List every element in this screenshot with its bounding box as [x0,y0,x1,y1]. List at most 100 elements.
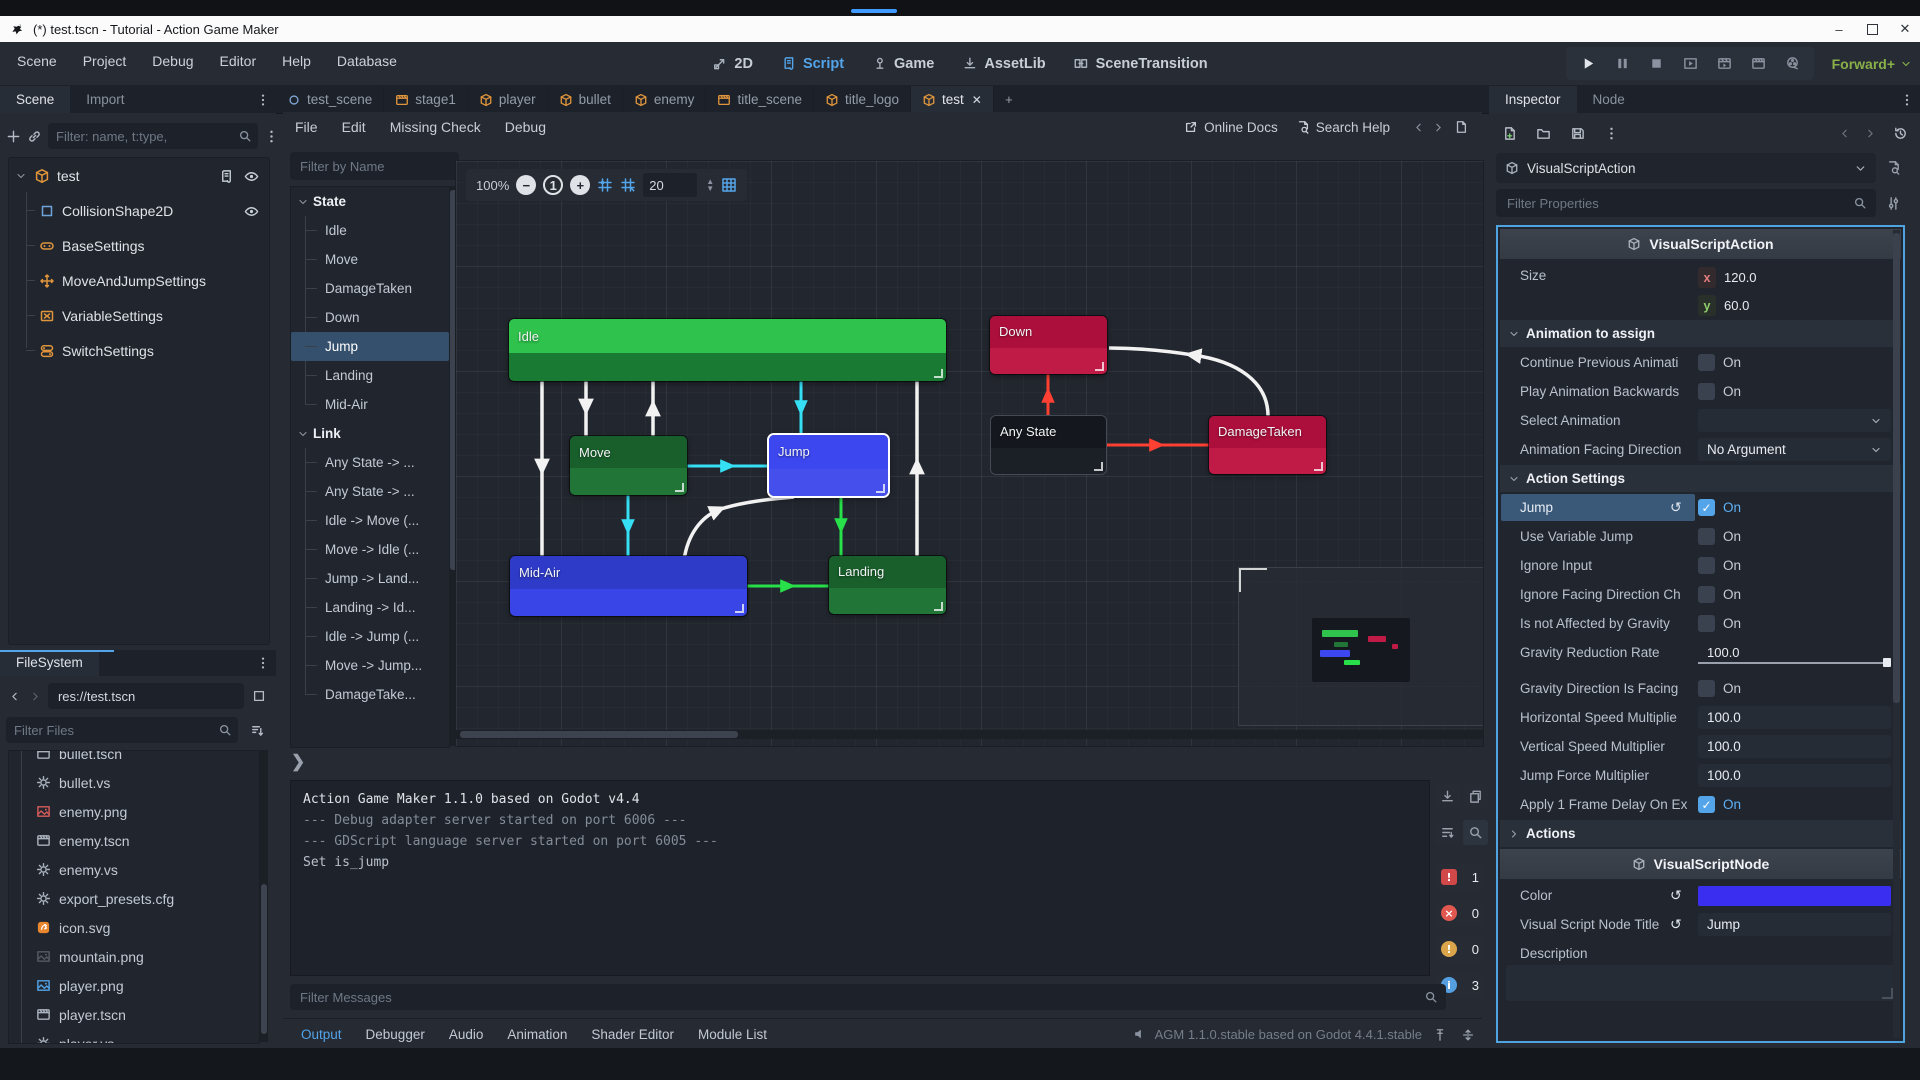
log-search-icon[interactable] [1463,820,1488,845]
node-resize-handle[interactable] [1095,362,1104,371]
speaker-icon[interactable] [1133,1027,1147,1041]
load-resource-icon[interactable] [1530,120,1556,146]
graph-hscrollbar-thumb[interactable] [460,731,738,738]
add-node-button[interactable] [6,123,21,149]
description-input[interactable] [1506,965,1895,1001]
bottom-tab-animation[interactable]: Animation [495,1027,579,1042]
expand-bottom-panel-icon[interactable] [1455,1022,1480,1047]
checkbox[interactable] [1698,680,1715,697]
vsmenu-debug[interactable]: Debug [493,119,558,135]
history-forward-button[interactable] [27,683,44,709]
workspace-tab-assetlib[interactable]: AssetLib [953,56,1054,72]
scene-node-test[interactable]: test [9,158,269,193]
workspace-tab-script[interactable]: Script [772,56,853,72]
edit-history-icon[interactable] [1887,120,1913,146]
file-bullet-tscn[interactable]: bullet.tscn [10,750,259,768]
stop-button[interactable] [1642,50,1670,78]
scene-tab-bullet[interactable]: bullet [548,86,623,113]
script-back-button[interactable] [1408,114,1428,140]
log-filter-error-circle[interactable]: ×0 [1435,900,1485,926]
node-resize-handle[interactable] [876,484,885,493]
size-y-value[interactable]: 60.0 [1724,298,1749,313]
checkbox[interactable] [1698,557,1715,574]
save-log-icon[interactable] [1435,784,1460,809]
filesystem-menu-button[interactable] [250,650,276,676]
expand-panel-arrow[interactable]: ❯ [291,752,305,772]
category-visualscriptaction[interactable]: VisualScriptAction [1500,229,1901,259]
link-item-6[interactable]: Landing -> Id... [291,593,449,622]
state-machine-graph[interactable]: IdleDownMoveJumpAny StateDamageTakenMid-… [455,160,1484,747]
log-filter-alert-page[interactable]: !1 [1435,864,1485,890]
state-item-mid-air[interactable]: Mid-Air [291,390,449,419]
file-enemy-tscn[interactable]: enemy.tscn [10,826,259,855]
inspector-scrollbar-thumb[interactable] [1893,233,1900,703]
graph-node-move[interactable]: Move [570,436,687,495]
group-state[interactable]: State [291,187,449,216]
script-icon-button[interactable] [219,167,234,184]
graph-node-landing[interactable]: Landing [829,556,946,614]
node-resize-handle[interactable] [934,602,943,611]
workspace-tab-2d[interactable]: 2D [703,56,762,72]
state-item-move[interactable]: Move [291,245,449,274]
size-x-value[interactable]: 120.0 [1724,270,1757,285]
revert-icon[interactable]: ↺ [1670,493,1682,522]
section-actions[interactable]: Actions [1500,820,1901,847]
scene-filter-input[interactable] [54,128,234,145]
link-item-7[interactable]: Idle -> Jump (... [291,622,449,651]
section-animation-to-assign[interactable]: Animation to assign [1500,320,1901,347]
graph-node-idle[interactable]: Idle [509,319,946,381]
checkbox[interactable] [1698,615,1715,632]
graph-node-mid-air[interactable]: Mid-Air [510,556,747,616]
bottom-tab-module-list[interactable]: Module List [686,1027,779,1042]
new-resource-icon[interactable] [1496,120,1522,146]
graph-node-down[interactable]: Down [990,316,1107,374]
file-enemy-png[interactable]: enemy.png [10,797,259,826]
link-online-docs[interactable]: Online Docs [1184,120,1278,135]
scene-tab-test[interactable]: test✕ [911,86,994,113]
checkbox[interactable]: ✓ [1698,796,1715,813]
scene-tab-player[interactable]: player [468,86,548,113]
play-window-button[interactable] [1676,50,1704,78]
workspace-tab-game[interactable]: Game [863,56,943,72]
resource-selector[interactable]: VisualScriptAction [1496,153,1876,183]
menu-help[interactable]: Help [269,42,324,80]
link-item-2[interactable]: Any State -> ... [291,477,449,506]
state-item-jump[interactable]: Jump [291,332,449,361]
scripts-panel-icon[interactable] [1448,114,1474,140]
number-field[interactable]: 100.0 [1698,764,1891,787]
vsmenu-missing-check[interactable]: Missing Check [378,119,493,135]
pause-button[interactable] [1608,50,1636,78]
number-field[interactable]: 100.0 [1698,735,1891,758]
scene-node-basesettings[interactable]: BaseSettings [9,228,269,263]
history-back-button[interactable] [6,683,23,709]
file-mountain-png[interactable]: mountain.png [10,942,259,971]
checkbox[interactable] [1698,528,1715,545]
file-enemy-vs[interactable]: enemy.vs [10,855,259,884]
scene-node-switchsettings[interactable]: SwitchSettings [9,333,269,368]
menu-scene[interactable]: Scene [4,42,70,80]
menu-editor[interactable]: Editor [207,42,270,80]
bottom-tab-shader-editor[interactable]: Shader Editor [579,1027,686,1042]
workspace-tab-scenetransition[interactable]: SceneTransition [1065,56,1217,72]
snap-spinner[interactable]: ▲▼ [706,178,714,192]
message-filter-input[interactable] [298,989,1424,1006]
open-docs-icon[interactable] [1881,155,1906,180]
reel-button[interactable] [1778,50,1806,78]
link-search-help[interactable]: Search Help [1296,120,1390,135]
node-resize-handle[interactable] [1314,462,1323,471]
group-link[interactable]: Link [291,419,449,448]
category-visualscriptnode[interactable]: VisualScriptNode [1500,849,1901,879]
state-filter-field[interactable] [290,152,459,180]
resource-menu-icon[interactable] [1598,120,1624,146]
scene-node-variablesettings[interactable]: VariableSettings [9,298,269,333]
script-forward-button[interactable] [1428,114,1448,140]
collapse-duplicates-icon[interactable] [1435,820,1460,845]
file-export-presets-cfg[interactable]: export_presets.cfg [10,884,259,913]
vsmenu-edit[interactable]: Edit [330,119,378,135]
bottom-tab-audio[interactable]: Audio [437,1027,496,1042]
state-item-landing[interactable]: Landing [291,361,449,390]
clapper-button[interactable] [1744,50,1772,78]
scene-tab-stage1[interactable]: stage1 [384,86,468,113]
save-resource-icon[interactable] [1564,120,1590,146]
state-item-idle[interactable]: Idle [291,216,449,245]
